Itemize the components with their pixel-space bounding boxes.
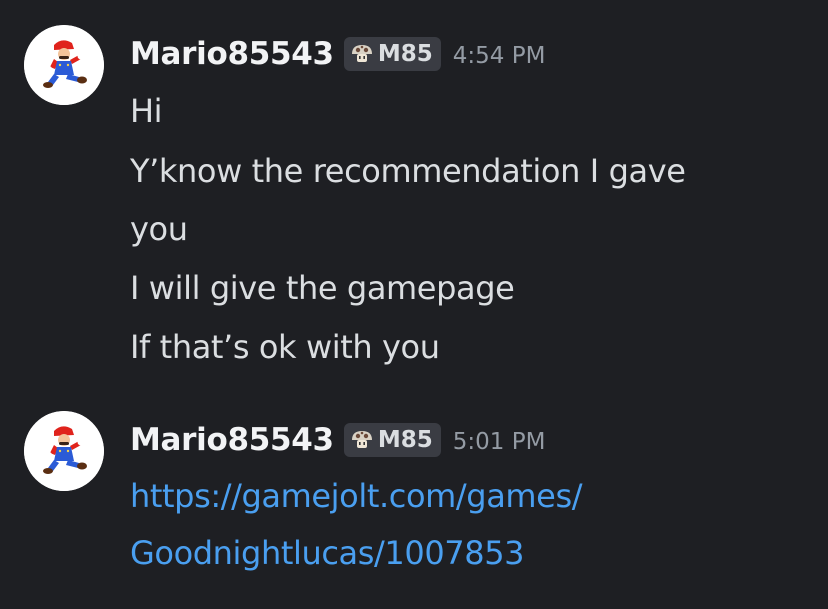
server-tag-label: M85: [377, 41, 433, 67]
message-text-line: I will give the gamepage: [130, 269, 515, 307]
user-avatar[interactable]: [24, 411, 104, 491]
timestamp[interactable]: 5:01 PM: [453, 425, 546, 455]
mushroom-icon: [351, 431, 372, 448]
mario-avatar-icon: [24, 25, 104, 105]
message-link-line[interactable]: Goodnightlucas/1007853: [130, 533, 525, 573]
message-link-line[interactable]: https://gamejolt.com/games/: [130, 476, 583, 516]
chat-message-list: Mario85543 M85 4:54 PM Hi Y’know the rec…: [0, 0, 828, 609]
message-text-line: Hi: [130, 92, 163, 130]
server-tag-label: M85: [377, 427, 433, 453]
mario-avatar-icon: [24, 411, 104, 491]
user-avatar[interactable]: [24, 25, 104, 105]
mushroom-icon: [351, 45, 372, 62]
message-header: Mario85543 M85 4:54 PM: [130, 30, 545, 78]
message-header: Mario85543 M85 5:01 PM: [130, 416, 545, 464]
username[interactable]: Mario85543: [130, 36, 334, 72]
message-text-line: you: [130, 210, 188, 248]
message-text-line: If that’s ok with you: [130, 328, 440, 366]
server-tag[interactable]: M85: [343, 37, 441, 71]
username[interactable]: Mario85543: [130, 422, 334, 458]
timestamp[interactable]: 4:54 PM: [453, 39, 546, 69]
message-text-line: Y’know the recommendation I gave: [130, 152, 686, 190]
server-tag[interactable]: M85: [343, 423, 441, 457]
